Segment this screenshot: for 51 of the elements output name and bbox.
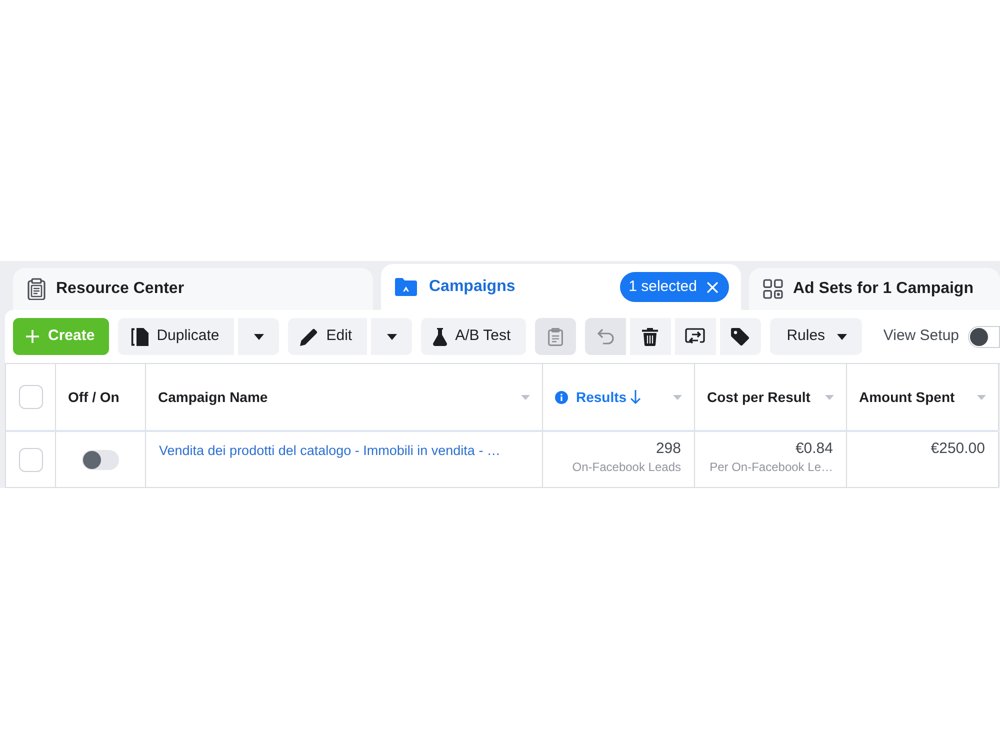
- toggle-switch[interactable]: [82, 450, 119, 470]
- info-icon: [555, 390, 568, 404]
- column-header[interactable]: Results: [543, 364, 695, 430]
- column-header[interactable]: Off / On: [56, 364, 146, 430]
- column-header[interactable]: Cost per Result: [695, 364, 847, 430]
- tab[interactable]: Campaigns 1 selected: [381, 264, 741, 310]
- row-checkbox[interactable]: [18, 448, 42, 472]
- tag-icon: [731, 328, 750, 346]
- caret-icon: [825, 394, 834, 400]
- cost-value: €0.84: [795, 439, 833, 459]
- caret-icon: [386, 334, 397, 340]
- swap-icon: [685, 328, 706, 345]
- clipboard-icon: [548, 328, 563, 346]
- campaign-name-link[interactable]: Vendita dei prodotti del catalogo - Immobili in vendita - …: [159, 443, 500, 458]
- trash-icon: [642, 328, 658, 346]
- select-all-checkbox[interactable]: [18, 385, 42, 409]
- selection-chip[interactable]: 1 selected: [620, 272, 729, 302]
- folder-icon: [395, 278, 417, 296]
- tab[interactable]: Resource Center: [13, 268, 373, 310]
- undo-icon: [596, 328, 614, 345]
- column-header[interactable]: Amount Spent: [847, 364, 999, 430]
- duplicate-button[interactable]: Duplicate: [118, 318, 234, 355]
- column-header[interactable]: Campaign Name: [146, 364, 543, 430]
- dropdown-button[interactable]: [371, 318, 412, 355]
- results-value: 298: [656, 439, 681, 459]
- amount-value: €250.00: [930, 439, 985, 459]
- delete-button[interactable]: [630, 318, 671, 355]
- grid-icon: [763, 279, 783, 299]
- swap-button[interactable]: [674, 318, 716, 355]
- caret-icon: [837, 334, 848, 340]
- tag-button[interactable]: [720, 318, 761, 355]
- rules-button[interactable]: Rules: [770, 318, 862, 355]
- cost-label: Per On-Facebook Le…: [710, 459, 833, 475]
- caret-icon: [521, 394, 530, 400]
- caret-icon: [254, 334, 264, 340]
- clipboard-icon: [27, 278, 46, 300]
- plus-icon: [26, 330, 39, 343]
- dropdown-button[interactable]: [238, 318, 280, 355]
- pencil-icon: [300, 328, 318, 346]
- ab-test-button[interactable]: A/B Test: [421, 318, 526, 355]
- edit-button[interactable]: Edit: [288, 318, 368, 355]
- view-setup-label: View Setup: [883, 326, 959, 346]
- tab[interactable]: Ad Sets for 1 Campaign: [749, 268, 1000, 310]
- sort-arrow-icon: [630, 390, 641, 404]
- caret-icon: [977, 394, 986, 400]
- caret-icon: [673, 394, 682, 400]
- close-icon: [707, 282, 718, 292]
- view-setup-toggle[interactable]: [968, 326, 1000, 348]
- documents-icon: [130, 328, 149, 346]
- results-label: On-Facebook Leads: [572, 459, 681, 475]
- flask-icon: [433, 328, 448, 346]
